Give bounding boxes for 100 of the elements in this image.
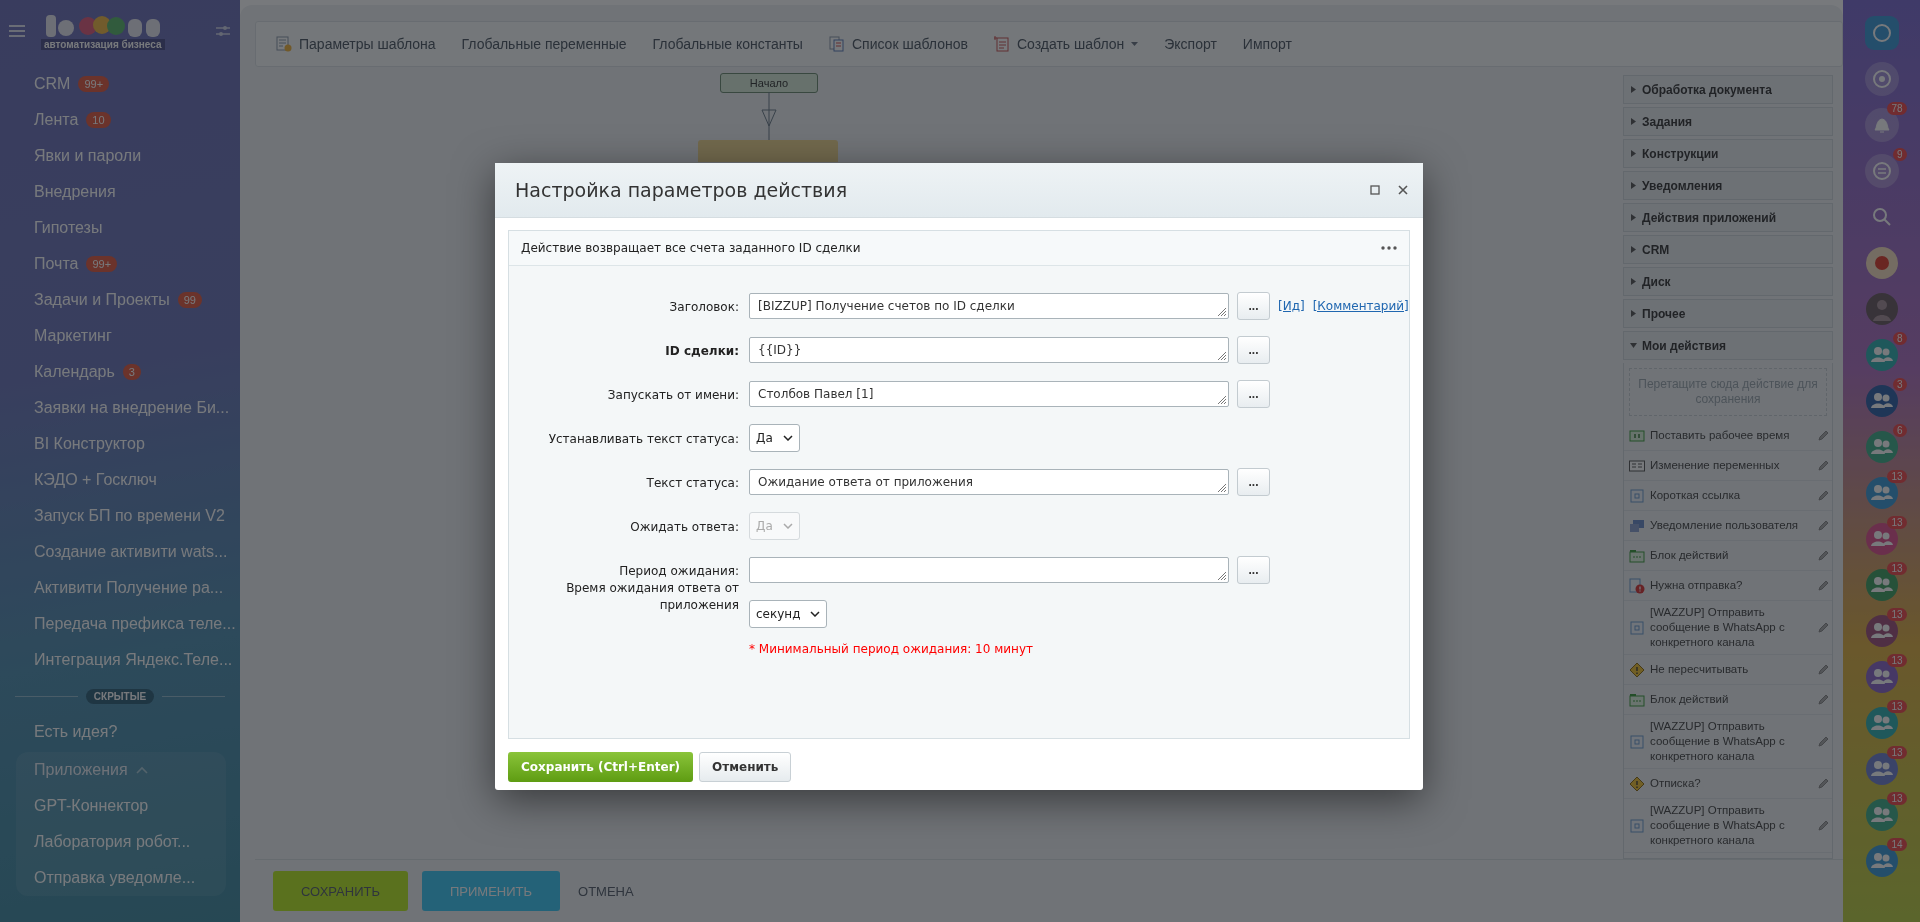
category-header[interactable]: Уведомления xyxy=(1623,171,1833,200)
saved-action[interactable]: [WAZZUP] Отправить сообщение в WhatsApp с конкретного канала xyxy=(1650,803,1812,848)
pencil-icon[interactable] xyxy=(1817,777,1829,790)
toolbar-link[interactable]: Импорт xyxy=(1242,36,1292,52)
text-field[interactable]: Столбов Павел [1] xyxy=(749,381,1229,407)
counter-badge: 3 xyxy=(1892,378,1907,391)
saved-action[interactable]: Изменение переменных xyxy=(1650,458,1812,473)
save-button[interactable]: Сохранить (Ctrl+Enter) xyxy=(508,752,694,782)
cancel-button[interactable]: ОТМЕНА xyxy=(574,871,638,911)
counter-badge: 13 xyxy=(1887,792,1907,805)
menu-item[interactable]: Запуск БП по времени V2 xyxy=(34,507,225,525)
saved-action[interactable]: Короткая ссылка xyxy=(1650,488,1812,503)
menu-item[interactable]: Есть идея? xyxy=(34,723,118,741)
dropdown[interactable]: Да xyxy=(749,424,800,452)
resize-grip-icon[interactable] xyxy=(1217,351,1227,361)
toolbar-link[interactable]: Глобальные переменные xyxy=(461,36,627,52)
resize-grip-icon[interactable] xyxy=(1217,571,1227,581)
more-button[interactable]: ... xyxy=(1237,292,1270,320)
pencil-icon[interactable] xyxy=(1817,549,1829,562)
menu-item[interactable]: Интеграция Яндекс.Теле... xyxy=(34,651,233,669)
menu-item[interactable]: GPT-Коннектор xyxy=(34,797,149,815)
period-field[interactable] xyxy=(749,557,1229,583)
menu-item[interactable]: Лаборатория робот... xyxy=(34,833,191,851)
unit-dropdown[interactable]: секунд xyxy=(749,600,828,628)
folder-icon xyxy=(1629,547,1645,564)
resize-grip-icon[interactable] xyxy=(1217,483,1227,493)
category-header[interactable]: Обработка документа xyxy=(1623,75,1833,104)
field-label: ID сделки: xyxy=(665,344,739,358)
saved-action[interactable]: Не пересчитывать xyxy=(1650,662,1812,677)
pencil-icon[interactable] xyxy=(1817,579,1829,592)
save-button[interactable]: СОХРАНИТЬ xyxy=(273,871,408,911)
pencil-icon[interactable] xyxy=(1817,663,1829,676)
pencil-icon[interactable] xyxy=(1817,735,1829,748)
text-field[interactable]: Ожидание ответа от приложения xyxy=(749,469,1229,495)
new-document-icon xyxy=(993,36,1010,52)
category-header[interactable]: CRM xyxy=(1623,235,1833,264)
category-header[interactable]: Диск xyxy=(1623,267,1833,296)
text-field[interactable]: {{ID}} xyxy=(749,337,1229,363)
field-label: Запускать от имени: xyxy=(607,388,739,402)
category-header[interactable]: Действия приложений xyxy=(1623,203,1833,232)
toolbar-link[interactable]: Список шаблонов xyxy=(851,36,968,52)
link[interactable]: [Комментарий] xyxy=(1312,299,1409,313)
toolbar-link[interactable]: Экспорт xyxy=(1164,36,1217,52)
field-label: Устанавливать текст статуса: xyxy=(548,432,739,446)
more-button[interactable]: ... xyxy=(1237,380,1270,408)
toolbar-link[interactable]: Создать шаблон xyxy=(1016,36,1125,52)
pencil-icon[interactable] xyxy=(1817,819,1829,832)
category-header[interactable]: Прочее xyxy=(1623,299,1833,328)
category-header[interactable]: Мои действия xyxy=(1623,331,1833,360)
saved-action[interactable]: Поставить рабочее время xyxy=(1650,428,1812,443)
pencil-icon[interactable] xyxy=(1817,489,1829,502)
field-label: Период ожидания: xyxy=(619,564,739,578)
menu-item[interactable]: Активити Получение ра... xyxy=(34,579,224,597)
saved-action[interactable]: Блок действий xyxy=(1650,692,1812,707)
menu-item[interactable]: Отправка уведомле... xyxy=(34,869,196,887)
menu-item[interactable]: BI Конструктор xyxy=(34,435,145,453)
field-label: Текст статуса: xyxy=(646,476,739,490)
saved-action[interactable]: Отписка? xyxy=(1650,776,1812,791)
variables-icon xyxy=(1629,457,1645,474)
more-button[interactable]: ... xyxy=(1237,468,1270,496)
settings-icon[interactable] xyxy=(216,25,230,37)
caret-icon[interactable] xyxy=(782,435,793,441)
menu-icon[interactable] xyxy=(9,25,25,37)
category-header[interactable]: Конструкции xyxy=(1623,139,1833,168)
toolbar-link[interactable]: Глобальные константы xyxy=(652,36,803,52)
saved-action[interactable]: Уведомление пользователя xyxy=(1650,518,1812,533)
action-block[interactable] xyxy=(698,140,838,162)
resize-grip-icon[interactable] xyxy=(1217,307,1227,317)
action-description: Действие возвращает все счета заданного ID сделки xyxy=(521,241,862,255)
pencil-icon[interactable] xyxy=(1817,519,1829,532)
pencil-icon[interactable] xyxy=(1817,429,1829,442)
menu-item[interactable]: Передача префикса теле... xyxy=(34,615,236,633)
start-node[interactable]: Начало xyxy=(720,73,818,93)
menu-item[interactable]: Создание активити wats... xyxy=(34,543,228,561)
caret-icon[interactable] xyxy=(810,611,821,617)
text-field[interactable]: [BIZZUP] Получение счетов по ID сделки xyxy=(749,293,1229,319)
more-icon[interactable] xyxy=(1381,246,1397,250)
saved-action[interactable]: Блок действий xyxy=(1650,548,1812,563)
counter-badge: 13 xyxy=(1887,562,1907,575)
close-icon[interactable] xyxy=(1398,185,1408,195)
more-button[interactable]: ... xyxy=(1237,556,1270,584)
field-hint: Время ожидания ответа от приложения xyxy=(566,581,739,612)
pencil-icon[interactable] xyxy=(1817,459,1829,472)
pencil-icon[interactable] xyxy=(1817,621,1829,634)
menu-item[interactable]: КЭДО + Госключ xyxy=(34,471,157,489)
resize-grip-icon[interactable] xyxy=(1217,395,1227,405)
pencil-icon[interactable] xyxy=(1817,693,1829,706)
category-header[interactable]: Задания xyxy=(1623,107,1833,136)
more-button[interactable]: ... xyxy=(1237,336,1270,364)
counter-badge: 8 xyxy=(1892,332,1907,345)
counter-badge: 13 xyxy=(1887,746,1907,759)
link[interactable]: [Ид] xyxy=(1278,299,1305,313)
cancel-button[interactable]: Отменить xyxy=(699,752,792,782)
apply-button[interactable]: ПРИМЕНИТЬ xyxy=(422,871,561,911)
maximize-icon[interactable] xyxy=(1370,185,1380,195)
menu-item[interactable]: Заявки на внедрение Би... xyxy=(34,399,230,417)
saved-action[interactable]: [WAZZUP] Отправить сообщение в WhatsApp с конкретного канала xyxy=(1650,605,1812,650)
saved-action[interactable]: [WAZZUP] Отправить сообщение в WhatsApp с конкретного канала xyxy=(1650,719,1812,764)
toolbar-link[interactable]: Параметры шаблона xyxy=(299,36,436,52)
saved-action[interactable]: Нужна отправка? xyxy=(1650,578,1812,593)
